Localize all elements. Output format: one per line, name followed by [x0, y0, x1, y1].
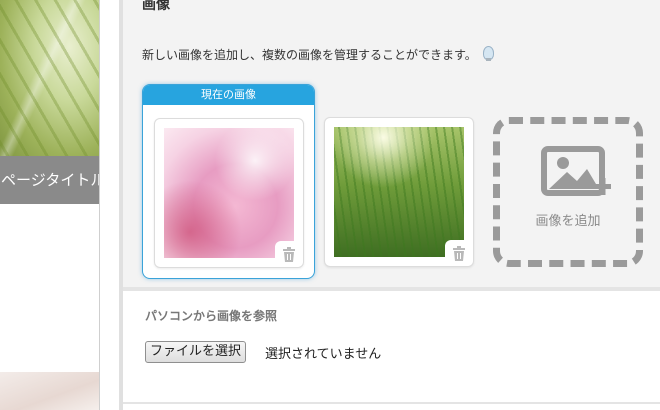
- page-preview: ページタイトル: [0, 0, 100, 410]
- preview-page-title: ページタイトル: [0, 156, 99, 204]
- add-image-button[interactable]: 画像を追加: [493, 117, 643, 267]
- current-image-card[interactable]: 現在の画像: [142, 84, 315, 279]
- preview-page-title-text: ページタイトル: [1, 171, 99, 189]
- choose-file-button[interactable]: ファイルを選択: [145, 341, 247, 363]
- trash-icon: [453, 245, 465, 261]
- image-thumbnail-frame-2[interactable]: [324, 117, 474, 267]
- delete-button-2[interactable]: [445, 240, 473, 266]
- delete-button[interactable]: [275, 241, 303, 267]
- description-text: 新しい画像を追加し、複数の画像を管理することができます。: [142, 48, 477, 62]
- add-image-label: 画像を追加: [535, 214, 601, 229]
- file-status-text: 選択されていません: [265, 347, 382, 362]
- add-image-icon: [541, 146, 611, 196]
- lightbulb-icon[interactable]: [482, 46, 494, 61]
- section-description: 新しい画像を追加し、複数の画像を管理することができます。: [142, 46, 494, 63]
- image-thumbnail-frame[interactable]: [154, 118, 304, 268]
- preview-footer-image: [0, 372, 99, 410]
- gutter: [100, 0, 119, 410]
- image-thumbnail-grass[interactable]: [334, 127, 464, 257]
- upload-section: パソコンから画像を参照 ファイルを選択 選択されていません: [123, 291, 660, 410]
- trash-icon: [283, 246, 295, 262]
- preview-header-image: [0, 0, 99, 156]
- image-thumbnail-pink[interactable]: [164, 128, 294, 258]
- image-settings-panel: 画像 新しい画像を追加し、複数の画像を管理することができます。 現在の画像 画像…: [119, 0, 660, 410]
- divider-bottom: [123, 402, 660, 404]
- upload-title: パソコンから画像を参照: [145, 309, 278, 323]
- current-image-label: 現在の画像: [143, 85, 314, 105]
- section-heading: 画像: [142, 0, 170, 13]
